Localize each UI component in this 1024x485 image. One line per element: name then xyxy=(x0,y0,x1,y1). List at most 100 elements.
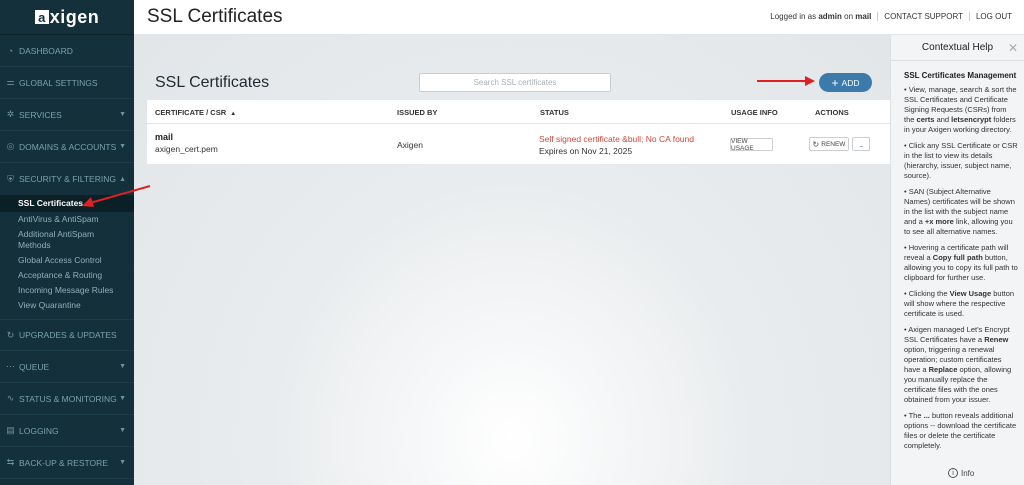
annotation-arrow-add xyxy=(757,76,815,86)
help-bold: ... xyxy=(923,411,930,420)
pulse-icon: ∿ xyxy=(6,393,15,403)
add-button-label: ADD xyxy=(841,77,860,88)
main-content: SSL Certificates Search SSL certificates… xyxy=(134,35,890,485)
cert-file: axigen_cert.pem xyxy=(155,144,218,154)
help-paragraph: • View, manage, search & sort the SSL Ce… xyxy=(904,85,1017,134)
renew-button[interactable]: ↻ RENEW xyxy=(809,137,849,151)
security-subnav: SSL Certificates AntiVirus & AntiSpam Ad… xyxy=(0,195,134,319)
chevron-down-icon: ▼ xyxy=(119,111,126,118)
close-icon[interactable]: ✕ xyxy=(1008,41,1018,55)
column-header-issued-by: ISSUED BY xyxy=(397,108,438,117)
logged-on: on xyxy=(844,12,854,21)
chevron-down-icon: ▼ xyxy=(119,427,126,434)
axigen-logo[interactable]: a xigen xyxy=(0,0,134,35)
help-paragraph: • Click any SSL Certificate or CSR in th… xyxy=(904,141,1018,180)
help-bold: certs xyxy=(916,115,935,124)
contact-support-link[interactable]: CONTACT SUPPORT xyxy=(877,12,969,21)
help-paragraph: • Axigen managed Let's Encrypt SSL Certi… xyxy=(904,325,1012,404)
chevron-down-icon: ▼ xyxy=(119,363,126,370)
help-heading: SSL Certificates Management xyxy=(904,71,1017,80)
cert-status-error: Self signed certificate &bull; No CA fou… xyxy=(539,134,694,144)
nav-label: DOMAINS & ACCOUNTS xyxy=(19,141,117,152)
header-title: SSL Certificates xyxy=(147,6,283,27)
help-text: Click any SSL Certificate or CSR in the … xyxy=(904,141,1018,180)
cert-name: mail xyxy=(155,132,174,142)
nav-services[interactable]: ✲ SERVICES ▼ xyxy=(0,99,134,131)
nav-label: STATUS & MONITORING xyxy=(19,393,117,404)
subnav-additional-antispam[interactable]: Additional AntiSpam Methods xyxy=(0,227,134,253)
renew-icon: ↻ xyxy=(812,139,820,149)
cert-expiry: Expires on Nov 21, 2025 xyxy=(539,146,633,156)
chevron-down-icon: ▼ xyxy=(119,459,126,466)
nav-label: LOGGING xyxy=(19,425,59,436)
nav-label: SERVICES xyxy=(19,109,62,120)
column-header-usage-info: USAGE INFO xyxy=(731,108,778,117)
chevron-down-icon: ▼ xyxy=(119,395,126,402)
backup-icon: ⇆ xyxy=(6,457,15,467)
view-usage-button[interactable]: VIEW USAGE xyxy=(730,138,773,152)
globe-icon: ◎ xyxy=(6,141,15,151)
nav-label: QUEUE xyxy=(19,361,50,372)
plus-icon: + xyxy=(831,75,839,90)
subnav-acceptance-routing[interactable]: Acceptance & Routing xyxy=(0,268,134,283)
shield-icon: ⛨ xyxy=(7,173,14,184)
logo-text: xigen xyxy=(49,6,100,27)
help-paragraph: • Clicking the View Usage button will sh… xyxy=(904,289,1015,318)
nav-status-monitoring[interactable]: ∿ STATUS & MONITORING ▼ xyxy=(0,383,134,415)
logo-mark: a xyxy=(34,10,49,25)
nav-logging[interactable]: ▤ LOGGING ▼ xyxy=(0,415,134,447)
subnav-incoming-message-rules[interactable]: Incoming Message Rules xyxy=(0,283,134,298)
nav-label: GLOBAL SETTINGS xyxy=(19,77,98,88)
table-header xyxy=(147,100,890,124)
subnav-antivirus-antispam[interactable]: AntiVirus & AntiSpam xyxy=(0,212,134,227)
top-links: Logged in as admin on mail CONTACT SUPPO… xyxy=(764,12,1018,21)
nav-queue[interactable]: ⋯ QUEUE ▼ xyxy=(0,351,134,383)
help-title: Contextual Help xyxy=(921,42,994,53)
add-button[interactable]: + ADD xyxy=(819,73,872,92)
help-bold: Copy full path xyxy=(932,253,983,262)
help-bold: View Usage xyxy=(949,289,992,298)
help-info-label: Info xyxy=(961,468,975,478)
nav-label: UPGRADES & UPDATES xyxy=(19,330,117,340)
nav-global-settings[interactable]: ⚌ GLOBAL SETTINGS xyxy=(0,67,134,99)
help-info-link[interactable]: i Info xyxy=(948,468,974,478)
logged-domain: mail xyxy=(855,12,872,21)
nav-upgrades-updates[interactable]: ↻ UPGRADES & UPDATES xyxy=(0,319,134,351)
help-bold: +x more xyxy=(924,217,954,226)
subnav-label-line2: Methods xyxy=(18,240,51,250)
column-label: CERTIFICATE / CSR xyxy=(155,108,227,117)
contextual-help-panel: Contextual Help ✕ SSL Certificates Manag… xyxy=(890,35,1024,485)
help-bold: letsencrypt xyxy=(951,115,992,124)
gear-icon: ✲ xyxy=(6,109,15,119)
annotation-arrow-ssl xyxy=(82,185,151,207)
sort-asc-icon: ▲ xyxy=(230,111,237,117)
help-text: Clicking the xyxy=(908,289,948,298)
sliders-icon: ⚌ xyxy=(6,77,15,87)
column-header-actions: ACTIONS xyxy=(815,108,849,117)
help-text: The xyxy=(908,411,922,420)
renew-label: RENEW xyxy=(821,140,846,148)
nav-backup-restore[interactable]: ⇆ BACK-UP & RESTORE ▼ xyxy=(0,447,134,479)
subnav-global-access-control[interactable]: Global Access Control xyxy=(0,253,134,268)
more-options-button[interactable]: ... xyxy=(852,137,870,151)
help-paragraph: • Hovering a certificate path will revea… xyxy=(904,243,1018,282)
logged-user: admin xyxy=(818,12,842,21)
certificates-table: CERTIFICATE / CSR ▲ ISSUED BY STATUS USA… xyxy=(147,100,890,164)
gauge-icon: ◔ xyxy=(7,45,14,56)
logout-link[interactable]: LOG OUT xyxy=(968,12,1018,21)
nav-label: BACK-UP & RESTORE xyxy=(19,457,108,468)
logged-in-info: Logged in as admin on mail xyxy=(764,12,877,21)
column-header-certificate[interactable]: CERTIFICATE / CSR ▲ xyxy=(155,108,236,117)
cert-issuer: Axigen xyxy=(397,140,423,150)
search-input[interactable]: Search SSL certificates xyxy=(419,73,611,92)
nav-dashboard[interactable]: ◔ DASHBOARD xyxy=(0,35,134,67)
nav-domains-accounts[interactable]: ◎ DOMAINS & ACCOUNTS ▼ xyxy=(0,131,134,163)
top-bar: SSL Certificates Logged in as admin on m… xyxy=(134,0,1024,35)
sidebar: a xigen ◔ DASHBOARD ⚌ GLOBAL SETTINGS ✲ … xyxy=(0,0,134,485)
help-bold: Replace xyxy=(928,365,958,374)
subnav-label-line1: Additional AntiSpam xyxy=(18,229,95,239)
nav-label: DASHBOARD xyxy=(19,45,73,56)
help-bold: Renew xyxy=(984,335,1009,344)
subnav-view-quarantine[interactable]: View Quarantine xyxy=(0,298,134,313)
column-header-status: STATUS xyxy=(540,108,569,117)
